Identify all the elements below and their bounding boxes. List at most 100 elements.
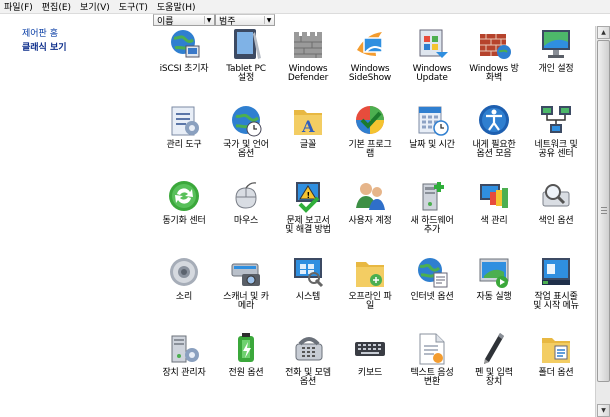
control-panel-item[interactable]: 오프라인 파 일: [339, 254, 401, 324]
menu-view[interactable]: 보기(V): [80, 0, 110, 13]
control-panel-item-label: 자동 실행: [476, 292, 512, 302]
control-panel-item[interactable]: 새 하드웨어 추가: [401, 178, 463, 248]
control-panel-item[interactable]: 마우스: [215, 178, 277, 248]
chevron-down-icon[interactable]: ▼: [204, 16, 213, 24]
control-panel-item-label: 스캐너 및 카 메라: [223, 292, 269, 311]
menu-edit[interactable]: 편집(E): [42, 0, 71, 13]
control-panel-item[interactable]: 시스템: [277, 254, 339, 324]
control-panel-item-label: 작업 표시줄 및 시작 메뉴: [533, 292, 579, 311]
control-panel-item-label: Windows 방 화벽: [469, 64, 519, 83]
control-panel-item[interactable]: 인터넷 옵션: [401, 254, 463, 324]
control-panel-item[interactable]: 스캐너 및 카 메라: [215, 254, 277, 324]
control-panel-item[interactable]: 색인 옵션: [525, 178, 587, 248]
keyboard-icon: [355, 342, 385, 356]
menu-file[interactable]: 파일(F): [4, 0, 33, 13]
problem-reports-icon: !: [296, 182, 320, 213]
chevron-down-icon[interactable]: ▼: [264, 16, 273, 24]
control-panel-item[interactable]: 날짜 및 시간: [401, 102, 463, 172]
control-panel-item[interactable]: 개인 설정: [525, 26, 587, 96]
control-panel-item-label: 인터넷 옵션: [410, 292, 454, 302]
control-panel-item[interactable]: A 글꼴: [277, 102, 339, 172]
offline-files-icon: [356, 262, 384, 287]
control-panel-item[interactable]: 국가 및 언어 옵션: [215, 102, 277, 172]
control-panel-item-label: 네트워크 및 공유 센터: [534, 140, 578, 159]
speaker-icon: [170, 258, 198, 286]
column-name-header[interactable]: 이름 ▼: [153, 14, 215, 27]
control-panel-item[interactable]: 펜 및 입력 장치: [463, 330, 525, 400]
control-panel-item-label: 소리: [175, 292, 193, 302]
control-panel-item[interactable]: 색 관리: [463, 178, 525, 248]
control-panel-item[interactable]: Windows 방 화벽: [463, 26, 525, 96]
control-panel-item-label: 장치 관리자: [162, 368, 206, 378]
control-panel-item[interactable]: 소리: [153, 254, 215, 324]
control-panel-item[interactable]: 사용자 계정: [339, 178, 401, 248]
control-panel-item-label: 문제 보고서 및 해결 방법: [285, 216, 331, 235]
control-panel-item[interactable]: 텍스트 음성 변환: [401, 330, 463, 400]
power-options-icon: [238, 333, 254, 362]
control-panel-home-link[interactable]: 제어판 홈: [22, 26, 58, 39]
control-panel-item-label: Tablet PC 설정: [226, 64, 266, 83]
column-category-header[interactable]: 범주 ▼: [215, 14, 275, 27]
sync-icon: [169, 181, 199, 211]
control-panel-item-label: 폴더 옵션: [538, 368, 574, 378]
control-panel-item-label: 기본 프로그 램: [348, 140, 392, 159]
control-panel-item-label: 관리 도구: [166, 140, 202, 150]
task-pane: 제어판 홈 클래식 보기: [0, 14, 153, 417]
control-panel-item[interactable]: 작업 표시줄 및 시작 메뉴: [525, 254, 587, 324]
vertical-scrollbar[interactable]: ▲ ▼: [595, 26, 610, 417]
control-panel-item-label: 새 하드웨어 추가: [410, 216, 454, 235]
control-panel-item[interactable]: 장치 관리자: [153, 330, 215, 400]
scroll-down-button[interactable]: ▼: [597, 404, 610, 417]
icon-grid: iSCSI 초기자 Tablet PC 설정 Windows Defender Win…: [153, 26, 595, 417]
scanner-camera-icon: [231, 263, 260, 286]
control-panel-item[interactable]: 동기화 센터: [153, 178, 215, 248]
taskbar-icon: [542, 258, 570, 285]
control-panel-item[interactable]: 전원 옵션: [215, 330, 277, 400]
internet-options-icon: [418, 258, 448, 288]
folder-options-icon: [542, 338, 570, 363]
control-panel-item-label: 전원 옵션: [228, 368, 264, 378]
control-panel-item[interactable]: ! 문제 보고서 및 해결 방법: [277, 178, 339, 248]
text-to-speech-icon: [419, 333, 445, 365]
control-panel-item[interactable]: 전화 및 모뎀 옵션: [277, 330, 339, 400]
control-panel-item[interactable]: Windows SideShow: [339, 26, 401, 96]
control-panel-item-label: 시스템: [295, 292, 321, 302]
globe-network-icon: [171, 30, 200, 58]
svg-text:!: !: [307, 191, 311, 200]
classic-view-link[interactable]: 클래식 보기: [22, 40, 67, 53]
menu-help[interactable]: 도움말(H): [157, 0, 196, 13]
control-panel-item[interactable]: 관리 도구: [153, 102, 215, 172]
control-panel-item[interactable]: Tablet PC 설정: [215, 26, 277, 96]
control-panel-item-label: 국가 및 언어 옵션: [223, 140, 269, 159]
control-panel-item[interactable]: Windows Update: [401, 26, 463, 96]
control-panel-item[interactable]: 내게 필요한 옵션 모음: [463, 102, 525, 172]
svg-text:A: A: [301, 117, 315, 136]
control-panel-item[interactable]: 폴더 옵션: [525, 330, 587, 400]
control-panel-item[interactable]: iSCSI 초기자: [153, 26, 215, 96]
column-category-label: 범주: [219, 16, 236, 27]
control-panel-item-label: 내게 필요한 옵션 모음: [472, 140, 516, 159]
control-panel-item-label: 동기화 센터: [162, 216, 206, 226]
control-panel-item-label: Windows Defender: [287, 64, 329, 83]
control-panel-item-label: 날짜 및 시간: [409, 140, 455, 150]
color-management-icon: [480, 184, 508, 208]
control-panel-item[interactable]: 네트워크 및 공유 센터: [525, 102, 587, 172]
column-header: 이름 ▼ 범주 ▼: [153, 14, 610, 27]
scroll-thumb[interactable]: [597, 40, 610, 382]
scroll-up-button[interactable]: ▲: [597, 26, 610, 39]
control-panel-item-label: Windows SideShow: [348, 64, 392, 83]
control-panel-item-label: 마우스: [233, 216, 259, 226]
control-panel-item-label: 색 관리: [480, 216, 508, 226]
control-panel-item[interactable]: Windows Defender: [277, 26, 339, 96]
castle-wall-icon: [294, 32, 322, 58]
indexing-icon: [542, 184, 570, 207]
device-manager-icon: [171, 335, 199, 363]
control-panel-item[interactable]: 자동 실행: [463, 254, 525, 324]
menu-tools[interactable]: 도구(T): [119, 0, 148, 13]
user-accounts-icon: [356, 183, 385, 210]
sideshow-icon: [357, 32, 383, 56]
add-hardware-icon: [422, 182, 444, 211]
control-panel-item[interactable]: 기본 프로그 램: [339, 102, 401, 172]
network-center-icon: [541, 106, 571, 133]
control-panel-item[interactable]: 키보드: [339, 330, 401, 400]
